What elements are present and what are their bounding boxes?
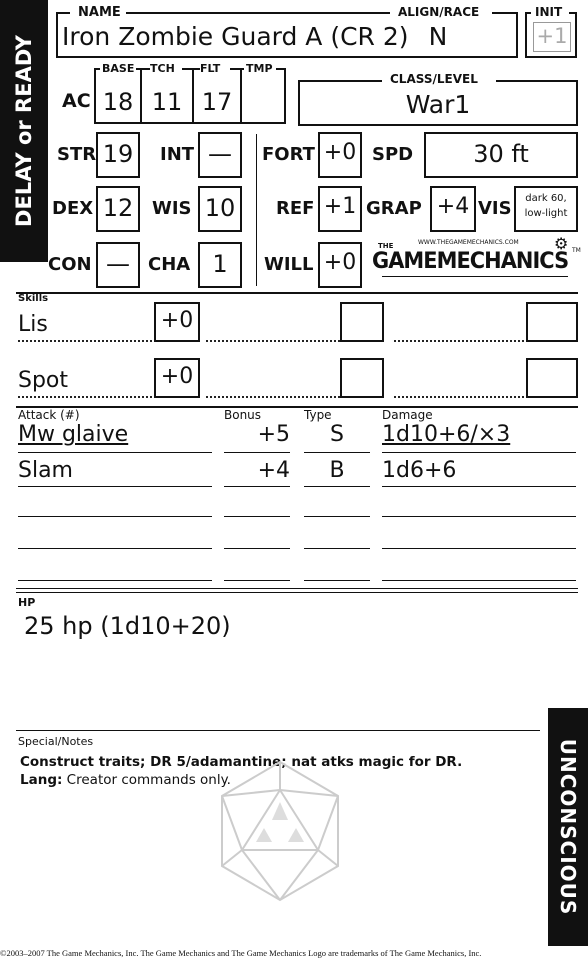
attack-damage[interactable]: 1d10+6/×3 xyxy=(382,422,510,447)
cha-label: CHA xyxy=(148,254,191,275)
ac-flat-value[interactable]: 17 xyxy=(194,88,240,116)
logo-url: WWW.THEGAMEMECHANICS.COM xyxy=(418,239,519,246)
wis-value: 10 xyxy=(204,194,236,222)
str-label: STR xyxy=(57,144,97,165)
init-label: INIT xyxy=(535,5,563,19)
speed-value: 30 ft xyxy=(473,140,529,168)
empty-attack-row[interactable] xyxy=(18,580,212,581)
dex-value: 12 xyxy=(102,194,134,222)
attack-name[interactable]: Slam xyxy=(18,458,73,483)
ac-touch-label: TCH xyxy=(150,62,175,75)
ref-label: REF xyxy=(276,198,315,219)
align-race-value[interactable]: N xyxy=(398,22,478,51)
class-level-label: CLASS/LEVEL xyxy=(390,72,478,86)
skill-modifier-box[interactable] xyxy=(340,358,384,398)
grapple-value: +4 xyxy=(436,194,470,219)
game-mechanics-logo: GAMEMECHANICS xyxy=(372,249,569,274)
logo-tm: TM xyxy=(572,247,581,254)
wis-label: WIS xyxy=(152,198,192,219)
int-label: INT xyxy=(160,144,195,165)
ac-flat-label: FLT xyxy=(200,62,221,75)
ac-temp-label: TMP xyxy=(246,62,273,75)
special-notes-label: Special/Notes xyxy=(18,735,94,748)
attack-header-label: Attack (#) xyxy=(18,408,80,422)
attack-bonus[interactable]: +4 xyxy=(224,458,290,483)
hp-label: HP xyxy=(18,596,36,609)
ac-touch-value[interactable]: 11 xyxy=(142,88,192,116)
cha-value: 1 xyxy=(212,250,228,278)
grapple-label: GRAP xyxy=(366,198,422,219)
skill-modifier: +0 xyxy=(160,364,194,389)
empty-attack-row[interactable] xyxy=(18,548,212,549)
vision-line1: dark 60, xyxy=(525,193,567,204)
str-value: 19 xyxy=(102,140,134,168)
unconscious-label: UNCONSCIOUS xyxy=(556,738,580,916)
speed-label: SPD xyxy=(372,144,414,165)
skills-label: Skills xyxy=(18,293,49,304)
damage-header-label: Damage xyxy=(382,408,433,422)
int-value: — xyxy=(208,140,232,168)
attack-type[interactable]: B xyxy=(304,458,370,483)
ac-base-label: BASE xyxy=(102,62,135,75)
will-label: WILL xyxy=(264,254,314,275)
empty-attack-row[interactable] xyxy=(18,516,212,517)
skill-modifier-box[interactable] xyxy=(340,302,384,342)
fort-label: FORT xyxy=(262,144,315,165)
dex-label: DEX xyxy=(52,198,94,219)
ac-label: AC xyxy=(62,90,91,112)
fort-value: +0 xyxy=(323,140,357,165)
type-header-label: Type xyxy=(304,408,332,422)
init-value: +1 xyxy=(536,24,568,48)
skill-name[interactable]: Lis xyxy=(18,312,48,337)
name-label: NAME xyxy=(78,5,121,20)
attack-damage[interactable]: 1d6+6 xyxy=(382,458,456,483)
vision-label: VIS xyxy=(478,198,512,219)
lang-value: Creator commands only. xyxy=(62,772,231,788)
hp-value[interactable]: 25 hp (1d10+20) xyxy=(24,612,231,640)
skill-modifier-box[interactable] xyxy=(526,302,578,342)
delay-or-ready-label: DELAY or READY xyxy=(12,35,36,227)
attack-type[interactable]: S xyxy=(304,422,370,447)
gear-icon: ⚙ xyxy=(554,234,569,253)
d20-watermark-icon xyxy=(221,760,339,902)
vision-line2: low-light xyxy=(524,208,568,219)
skill-modifier-box[interactable] xyxy=(526,358,578,398)
name-value[interactable]: Iron Zombie Guard A (CR 2) xyxy=(62,22,409,51)
copyright-footer: ©2003–2007 The Game Mechanics, Inc. The … xyxy=(0,948,482,958)
con-value: — xyxy=(106,250,130,278)
con-label: CON xyxy=(48,254,92,275)
ref-value: +1 xyxy=(323,194,357,219)
ac-base-value[interactable]: 18 xyxy=(96,88,140,116)
lang-label: Lang: xyxy=(20,772,63,788)
attack-name[interactable]: Mw glaive xyxy=(18,422,128,447)
align-race-label: ALIGN/RACE xyxy=(398,5,480,19)
attack-bonus[interactable]: +5 xyxy=(224,422,290,447)
will-value: +0 xyxy=(323,250,357,275)
special-notes-lang[interactable]: Lang: Creator commands only. xyxy=(20,772,231,788)
skill-modifier: +0 xyxy=(160,308,194,333)
bonus-header-label: Bonus xyxy=(224,408,262,422)
skill-name[interactable]: Spot xyxy=(18,368,68,393)
class-level-value: War1 xyxy=(405,90,471,119)
